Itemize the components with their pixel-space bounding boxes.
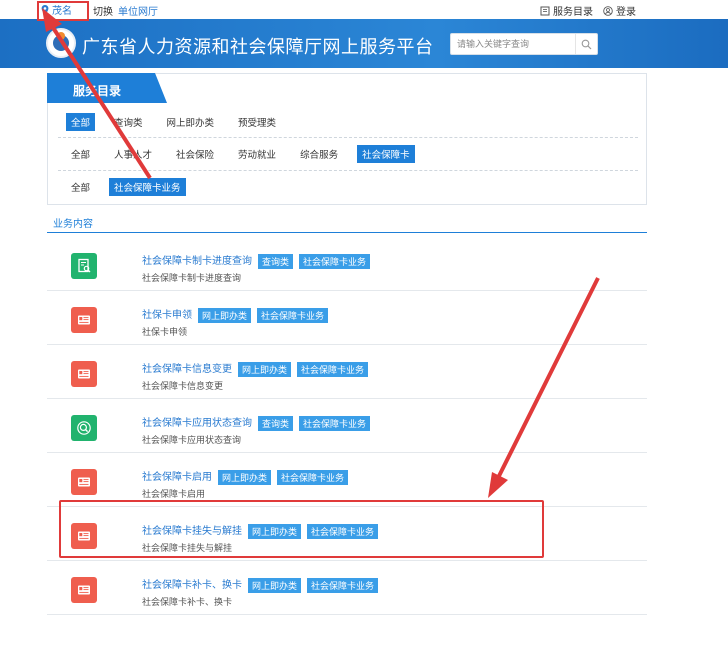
id-card-icon [71, 361, 97, 387]
top-right-links: 服务目录 登录 [540, 3, 636, 18]
business-item[interactable]: 社保卡申领 网上即办类 社会保障卡业务 社保卡申领 [47, 291, 647, 345]
filter-type-all[interactable]: 全部 [66, 113, 96, 131]
filter-type-query[interactable]: 查询类 [109, 113, 148, 131]
filter-sub-all[interactable]: 全部 [66, 178, 95, 196]
filter-type-instant[interactable]: 网上即办类 [162, 113, 220, 131]
business-item-description: 社会保障卡应用状态查询 [142, 436, 242, 446]
business-item-description: 社保卡申领 [142, 328, 188, 338]
business-item-description: 社会保障卡补卡、换卡 [142, 598, 233, 608]
magnifier-icon [71, 415, 97, 441]
catalog-icon [540, 6, 550, 15]
divider [58, 170, 638, 171]
business-item-title[interactable]: 社会保障卡补卡、换卡 [142, 580, 242, 591]
filter-cat-general[interactable]: 综合服务 [295, 145, 343, 163]
id-card-icon [71, 307, 97, 333]
filter-cat-social-card[interactable]: 社会保障卡 [357, 145, 415, 163]
business-item-description: 社会保障卡信息变更 [142, 382, 224, 392]
site-title: 广东省人力资源和社会保障厅网上服务平台 [82, 37, 434, 58]
search-box [450, 33, 598, 55]
search-icon [581, 39, 592, 49]
business-item-title-row: 社会保障卡补卡、换卡 网上即办类 社会保障卡业务 [142, 576, 379, 593]
business-item[interactable]: 社会保障卡补卡、换卡 网上即办类 社会保障卡业务 社会保障卡补卡、换卡 [47, 561, 647, 615]
business-item-title[interactable]: 社会保障卡制卡进度查询 [142, 256, 252, 267]
business-item-tag: 网上即办类 [238, 361, 292, 377]
business-item-title[interactable]: 社保卡申领 [142, 310, 192, 321]
business-item-tag: 社会保障卡业务 [299, 253, 371, 269]
site-header: 广东省人力资源和社会保障厅网上服务平台 [0, 19, 728, 68]
user-icon [603, 5, 613, 16]
document-search-icon [71, 253, 97, 279]
filter-cat-employment[interactable]: 劳动就业 [233, 145, 281, 163]
business-item-tag: 网上即办类 [198, 307, 252, 323]
id-card-icon [71, 469, 97, 495]
panel-tab-label: 服务目录 [73, 84, 122, 98]
service-catalog-label: 服务目录 [553, 7, 593, 18]
business-item-tag: 网上即办类 [248, 577, 302, 593]
top-bar: 茂名 切换 单位网厅 服务目录 登录 [0, 0, 728, 19]
service-catalog-link[interactable]: 服务目录 [540, 3, 593, 18]
business-item[interactable]: 社会保障卡制卡进度查询 查询类 社会保障卡业务 社会保障卡制卡进度查询 [47, 237, 647, 291]
filter-row-type: 全部 查询类 网上即办类 预受理类 [66, 110, 295, 134]
highlight-city-box [37, 1, 89, 21]
search-input[interactable] [457, 37, 572, 52]
business-item-tag: 查询类 [258, 253, 294, 269]
business-item-tag: 网上即办类 [218, 469, 272, 485]
filter-type-preaccept[interactable]: 预受理类 [233, 113, 281, 131]
business-item-tag: 社会保障卡业务 [277, 469, 349, 485]
filter-cat-insurance[interactable]: 社会保险 [171, 145, 219, 163]
login-label: 登录 [616, 7, 636, 18]
search-button[interactable] [575, 34, 597, 54]
site-logo[interactable] [46, 28, 76, 58]
unit-hall-link[interactable]: 单位网厅 [118, 3, 158, 18]
business-item-tag: 社会保障卡业务 [297, 361, 369, 377]
highlight-item-box [59, 500, 544, 558]
filter-row-category: 全部 人事人才 社会保险 劳动就业 综合服务 社会保障卡 [66, 142, 429, 166]
filter-sub-social-card-business[interactable]: 社会保障卡业务 [109, 178, 186, 196]
business-item-tag: 社会保障卡业务 [257, 307, 329, 323]
divider [58, 137, 638, 138]
filter-cat-all[interactable]: 全部 [66, 145, 95, 163]
id-card-icon [71, 577, 97, 603]
business-item-tag: 社会保障卡业务 [299, 415, 371, 431]
filter-row-subcategory: 全部 社会保障卡业务 [66, 175, 200, 199]
business-item-tag: 查询类 [258, 415, 294, 431]
business-item-title-row: 社会保障卡启用 网上即办类 社会保障卡业务 [142, 468, 349, 485]
business-item-title[interactable]: 社会保障卡应用状态查询 [142, 418, 252, 429]
business-item-title-row: 社会保障卡制卡进度查询 查询类 社会保障卡业务 [142, 252, 371, 269]
login-link[interactable]: 登录 [603, 3, 636, 18]
business-item-title-row: 社会保障卡信息变更 网上即办类 社会保障卡业务 [142, 360, 369, 377]
business-item-title-row: 社会保障卡应用状态查询 查询类 社会保障卡业务 [142, 414, 371, 431]
business-item[interactable]: 社会保障卡应用状态查询 查询类 社会保障卡业务 社会保障卡应用状态查询 [47, 399, 647, 453]
business-item-tag: 社会保障卡业务 [307, 577, 379, 593]
business-item-title[interactable]: 社会保障卡信息变更 [142, 364, 232, 375]
business-item[interactable]: 社会保障卡信息变更 网上即办类 社会保障卡业务 社会保障卡信息变更 [47, 345, 647, 399]
business-item-description: 社会保障卡启用 [142, 490, 206, 500]
business-item-description: 社会保障卡制卡进度查询 [142, 274, 242, 284]
service-directory-panel: 服务目录 全部 查询类 网上即办类 预受理类 全部 人事人才 社会保险 劳动就业… [47, 73, 647, 205]
business-item-title[interactable]: 社会保障卡启用 [142, 472, 212, 483]
business-content-heading: 业务内容 [53, 219, 93, 230]
business-item-title-row: 社保卡申领 网上即办类 社会保障卡业务 [142, 306, 329, 323]
switch-city-link[interactable]: 切换 [93, 3, 113, 18]
section-divider [47, 232, 647, 233]
filter-cat-personnel[interactable]: 人事人才 [109, 145, 157, 163]
business-item[interactable]: 社会保障卡启用 网上即办类 社会保障卡业务 社会保障卡启用 [47, 453, 647, 507]
